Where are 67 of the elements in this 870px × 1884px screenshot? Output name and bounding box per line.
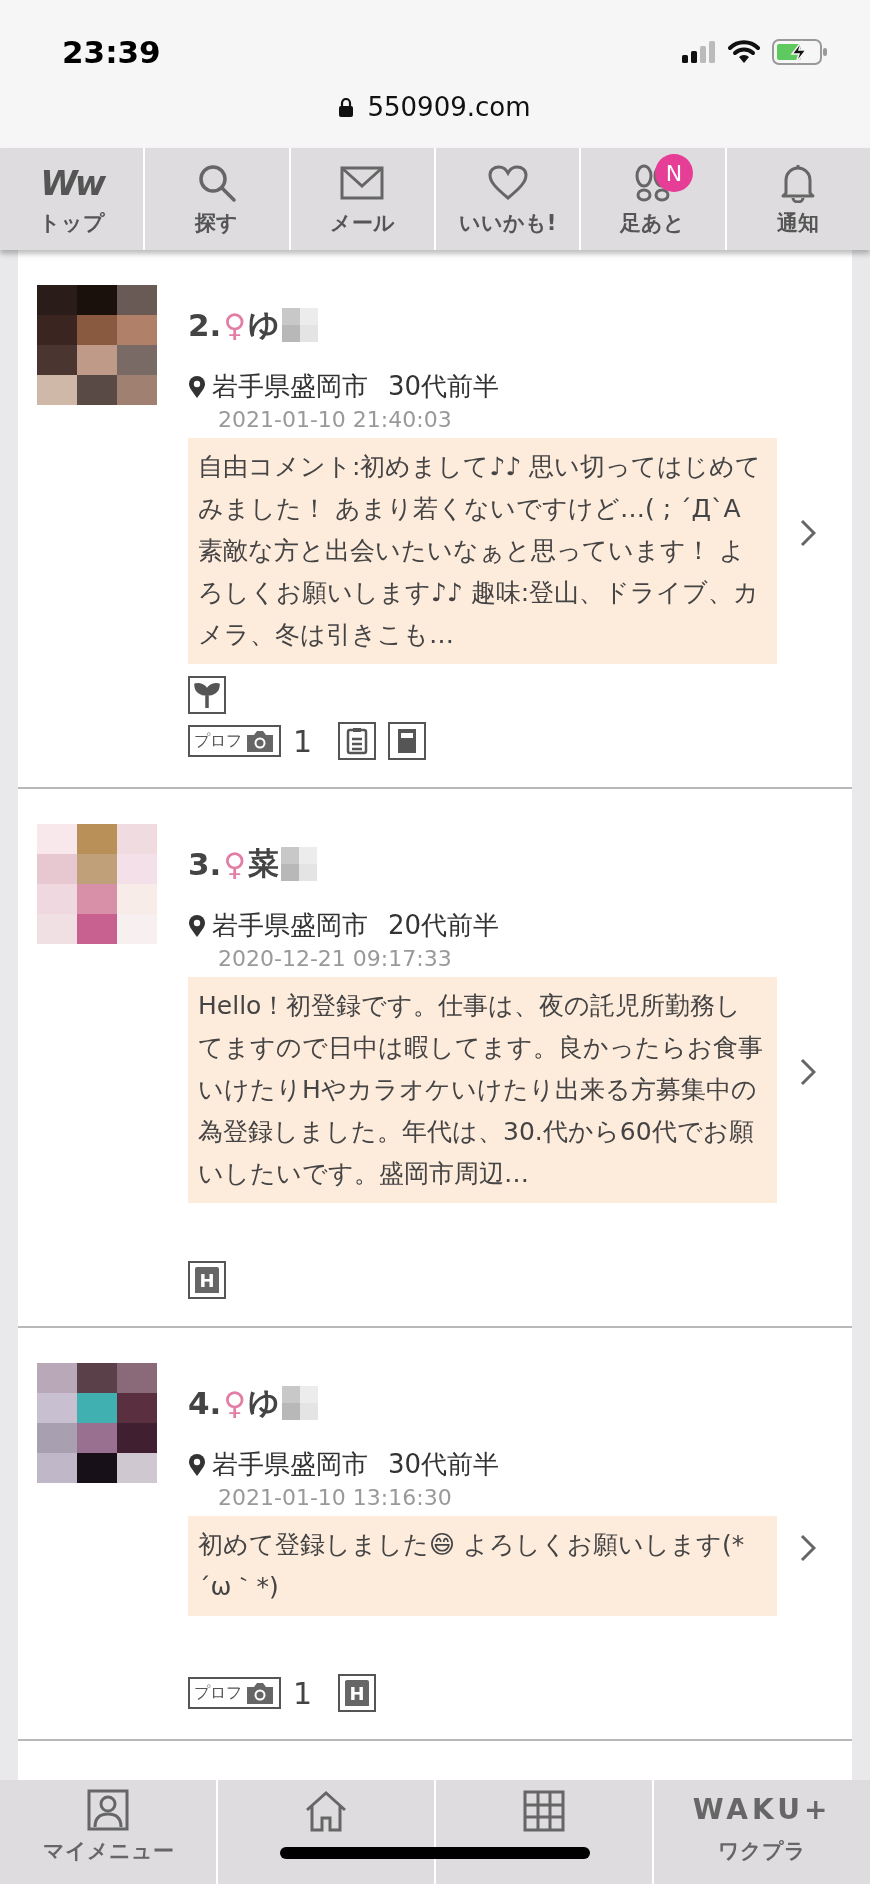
- chevron-right-icon: [800, 1533, 816, 1562]
- nav-tab[interactable]: Ww トップ: [0, 148, 144, 250]
- envelope-icon: [340, 166, 385, 200]
- person-icon: [87, 1789, 129, 1831]
- location-pin-icon: [188, 913, 206, 938]
- location-text: 岩手県盛岡市: [212, 1448, 368, 1481]
- bell-icon: [780, 163, 817, 203]
- document-icon: [338, 722, 377, 760]
- chevron-right-icon: [800, 1057, 816, 1086]
- notebook-icon: [388, 722, 427, 760]
- rank-number: 4.: [188, 1385, 222, 1421]
- user-name: 菜: [248, 844, 280, 883]
- heart-icon: [487, 165, 528, 201]
- location-pin-icon: [188, 1452, 206, 1477]
- camera-icon: [245, 1681, 275, 1705]
- letter-badge: H: [338, 1674, 377, 1712]
- notification-badge: N: [655, 154, 693, 192]
- profile-photo-badge: プロフ: [188, 725, 281, 757]
- lock-icon: [339, 97, 354, 117]
- profile-comment: 初めて登録しました😄 よろしくお願いします(*´ω｀*): [188, 1516, 777, 1616]
- profile-card[interactable]: 3.♀菜 岩手県盛岡市 20代前半 2020-12-21 09:17:33 Hello！初登録です。仕事は、夜の託児所勤務してますので日中は暇してます。良かったらお食事いけたりHやカラオケいけたり出来る方募集中の為登録しました。年代は、30.代から60代でお願いしたいです。盛岡市周辺… H: [18, 789, 852, 1328]
- battery-icon: [772, 39, 828, 65]
- nav-tab[interactable]: 探す: [145, 148, 289, 250]
- user-name: ゆ: [248, 305, 281, 344]
- profile-comment: Hello！初登録です。仕事は、夜の託児所勤務してますので日中は暇してます。良かったらお食事いけたりHやカラオケいけたり出来る方募集中の為登録しました。年代は、30.代から60代でお願いしたいです。盛岡市周辺…: [188, 977, 777, 1203]
- age-text: 30代前半: [388, 370, 500, 403]
- rank-number: 2.: [188, 307, 222, 343]
- location-text: 岩手県盛岡市: [212, 909, 368, 942]
- nav-tab[interactable]: 通知: [726, 148, 870, 250]
- search-icon: [197, 163, 237, 203]
- profile-comment: 自由コメント:初めまして♪♪ 思い切ってはじめてみました！ あまり若くないですけど…( ; ´Д`A 素敵な方と出会いたいなぁと思っています！ よろしくお願いします♪♪ 趣味:登山、ドライブ、カメラ、冬は引きこも…: [188, 438, 777, 664]
- nav-tab[interactable]: N 足あと: [581, 148, 725, 250]
- age-text: 30代前半: [388, 1448, 500, 1481]
- profile-photo-badge: プロフ: [188, 1677, 281, 1709]
- nav-tab[interactable]: メール: [290, 148, 434, 250]
- bottom-nav-tab[interactable]: [218, 1780, 434, 1884]
- profile-card[interactable]: 2.♀ゆ 岩手県盛岡市 30代前半 2021-01-10 21:40:03 自由コメント:初めまして♪♪ 思い切ってはじめてみました！ あまり若くないですけど…( ; ´Д`A 素敵な方と出会いたいなぁと思っています！ よろしくお願いします♪♪ 趣味:登山、ドライブ、カメラ、冬は引きこも… プロフ 1: [18, 250, 852, 789]
- login-date: 2021-01-10 13:16:30: [218, 1484, 453, 1512]
- location-text: 岩手県盛岡市: [212, 370, 368, 403]
- photo-count: 1: [293, 723, 313, 759]
- grid-icon: [523, 1790, 565, 1832]
- bottom-nav-tab[interactable]: WAKU+ ワクプラ: [654, 1780, 870, 1884]
- home-icon: [304, 1790, 348, 1832]
- nav-tab[interactable]: いいかも!: [436, 148, 580, 250]
- bottom-nav-tab[interactable]: [436, 1780, 652, 1884]
- status-time: 23:39: [62, 34, 161, 70]
- service-logo: WAKU+: [692, 1792, 832, 1828]
- rank-number: 3.: [188, 846, 222, 882]
- camera-icon: [245, 729, 275, 753]
- login-date: 2020-12-21 09:17:33: [218, 945, 453, 973]
- location-pin-icon: [188, 374, 206, 399]
- bottom-nav-tab[interactable]: マイメニュー: [0, 1780, 216, 1884]
- gender-symbol: ♀: [223, 846, 247, 882]
- signal-icon: [682, 41, 716, 63]
- url-text[interactable]: 550909.com: [367, 92, 531, 122]
- sprout-icon: [188, 676, 226, 714]
- user-name: ゆ: [248, 1383, 281, 1422]
- wifi-icon: [728, 40, 760, 64]
- gender-symbol: ♀: [223, 1385, 247, 1421]
- login-date: 2021-01-10 21:40:03: [218, 406, 453, 434]
- profile-card[interactable]: 4.♀ゆ 岩手県盛岡市 30代前半 2021-01-10 13:16:30 初めて登録しました😄 よろしくお願いします(*´ω｀*) プロフ 1 H: [18, 1328, 852, 1741]
- letter-badge: H: [188, 1261, 226, 1299]
- age-text: 20代前半: [388, 909, 500, 942]
- photo-count: 1: [293, 1675, 313, 1711]
- gender-symbol: ♀: [223, 307, 247, 343]
- chevron-right-icon: [800, 518, 816, 547]
- site-logo: Ww: [40, 166, 104, 200]
